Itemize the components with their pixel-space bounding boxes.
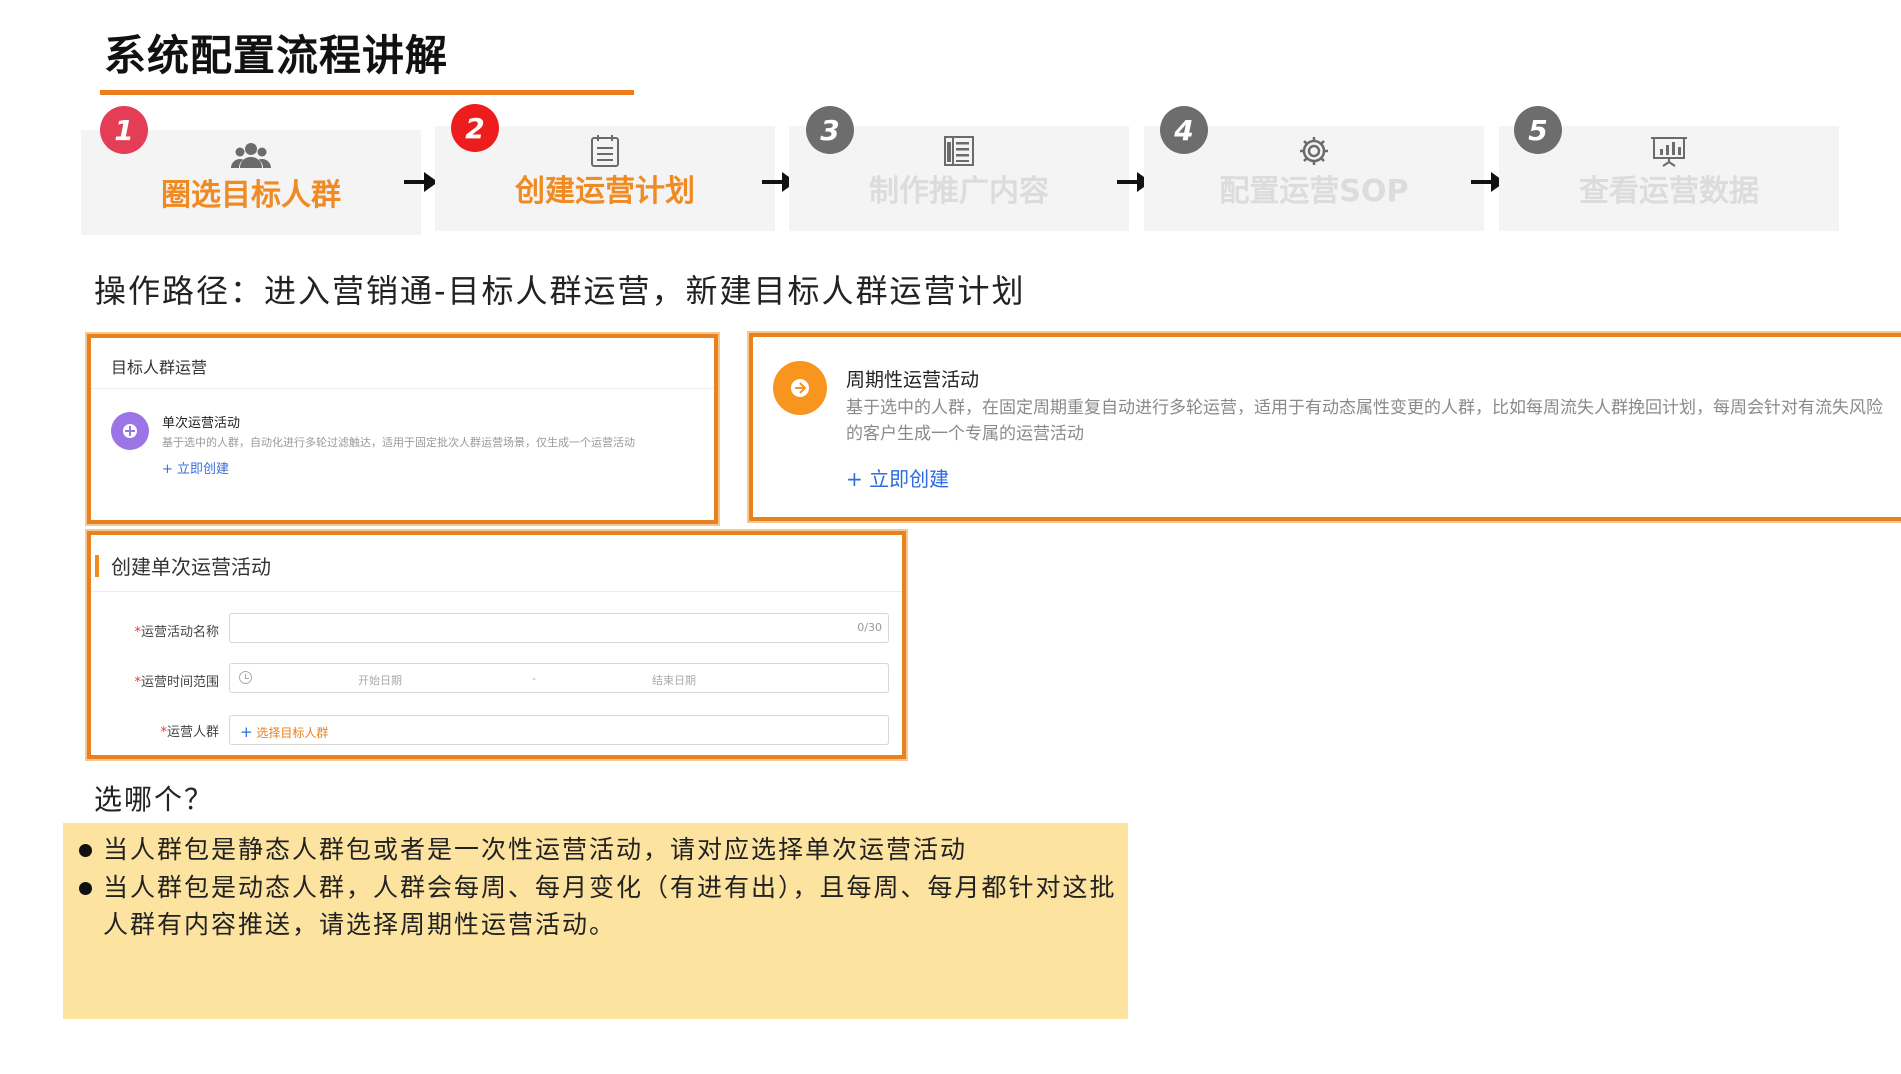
divider bbox=[91, 591, 902, 592]
clock-icon bbox=[239, 671, 252, 684]
date-range-picker[interactable]: 开始日期 - 结束日期 bbox=[229, 663, 889, 693]
presentation-chart-icon bbox=[1647, 134, 1691, 170]
page-title: 系统配置流程讲解 bbox=[104, 31, 449, 80]
divider bbox=[91, 388, 714, 389]
header-accent-bar bbox=[95, 555, 99, 577]
calendar-list-icon bbox=[583, 134, 627, 170]
bullet-item: 当人群包是动态人群，人群会每周、每月变化（有进有出），且每周、每月都针对这批人群… bbox=[79, 869, 1119, 943]
gear-icon bbox=[1292, 134, 1336, 170]
note-box: 当人群包是静态人群包或者是一次性运营活动，请对应选择单次运营活动 当人群包是动态… bbox=[63, 823, 1128, 1019]
crowd-select-field[interactable]: + 选择目标人群 bbox=[229, 715, 889, 745]
create-single-activity-form: 创建单次运营活动 *运营活动名称 0/30 *运营时间范围 开始日期 - 结束日… bbox=[87, 531, 906, 759]
panel-header: 目标人群运营 bbox=[111, 358, 208, 377]
form-header: 创建单次运营活动 bbox=[111, 555, 271, 579]
create-now-link[interactable]: + 立即创建 bbox=[846, 463, 949, 492]
activity-title: 周期性运营活动 bbox=[846, 369, 980, 391]
operation-path-text: 操作路径：进入营销通-目标人群运营，新建目标人群运营计划 bbox=[94, 272, 1026, 310]
target-icon bbox=[111, 412, 149, 450]
select-target-crowd-link[interactable]: + 选择目标人群 bbox=[240, 723, 328, 741]
single-activity-panel: 目标人群运营 单次运营活动 基于选中的人群，自动化进行多轮过滤触达，适用于固定批… bbox=[87, 334, 718, 524]
step-label: 制作推广内容 bbox=[869, 174, 1049, 209]
end-date-placeholder[interactable]: 结束日期 bbox=[652, 672, 696, 688]
char-counter: 0/30 bbox=[857, 621, 882, 634]
title-underline bbox=[100, 90, 634, 95]
step-label: 圈选目标人群 bbox=[161, 178, 341, 213]
periodic-icon bbox=[773, 361, 827, 415]
plus-icon: + bbox=[240, 723, 253, 741]
activity-description: 基于选中的人群，自动化进行多轮过滤触达，适用于固定批次人群运营场景，仅生成一个运… bbox=[162, 436, 635, 449]
step-1-badge: 1 bbox=[100, 106, 148, 154]
activity-name-input[interactable]: 0/30 bbox=[229, 613, 889, 643]
step-label: 创建运营计划 bbox=[515, 174, 695, 209]
crowd-label: *运营人群 bbox=[160, 725, 219, 740]
step-5-badge: 5 bbox=[1514, 106, 1562, 154]
create-now-link[interactable]: + 立即创建 bbox=[162, 458, 229, 477]
step-4-badge: 4 bbox=[1160, 106, 1208, 154]
bullet-dot bbox=[79, 882, 92, 895]
activity-title: 单次运营活动 bbox=[162, 416, 241, 431]
activity-name-label: *运营活动名称 bbox=[134, 625, 219, 640]
step-3-badge: 3 bbox=[806, 106, 854, 154]
step-label: 查看运营数据 bbox=[1579, 174, 1759, 209]
time-range-label: *运营时间范围 bbox=[134, 675, 219, 690]
step-2-badge: 2 bbox=[451, 104, 499, 152]
step-label: 配置运营SOP bbox=[1219, 174, 1409, 209]
users-icon bbox=[229, 138, 273, 174]
activity-description: 基于选中的人群，在固定周期重复自动进行多轮运营，适用于有动态属性变更的人群，比如… bbox=[846, 398, 1883, 444]
date-separator: - bbox=[532, 672, 536, 685]
which-question: 选哪个？ bbox=[94, 783, 215, 816]
periodic-activity-panel: 周期性运营活动 基于选中的人群，在固定周期重复自动进行多轮运营，适用于有动态属性… bbox=[749, 333, 1901, 521]
document-icon bbox=[937, 134, 981, 170]
bullet-dot bbox=[79, 844, 92, 857]
bullet-item: 当人群包是静态人群包或者是一次性运营活动，请对应选择单次运营活动 bbox=[79, 831, 1119, 868]
start-date-placeholder[interactable]: 开始日期 bbox=[358, 672, 402, 688]
